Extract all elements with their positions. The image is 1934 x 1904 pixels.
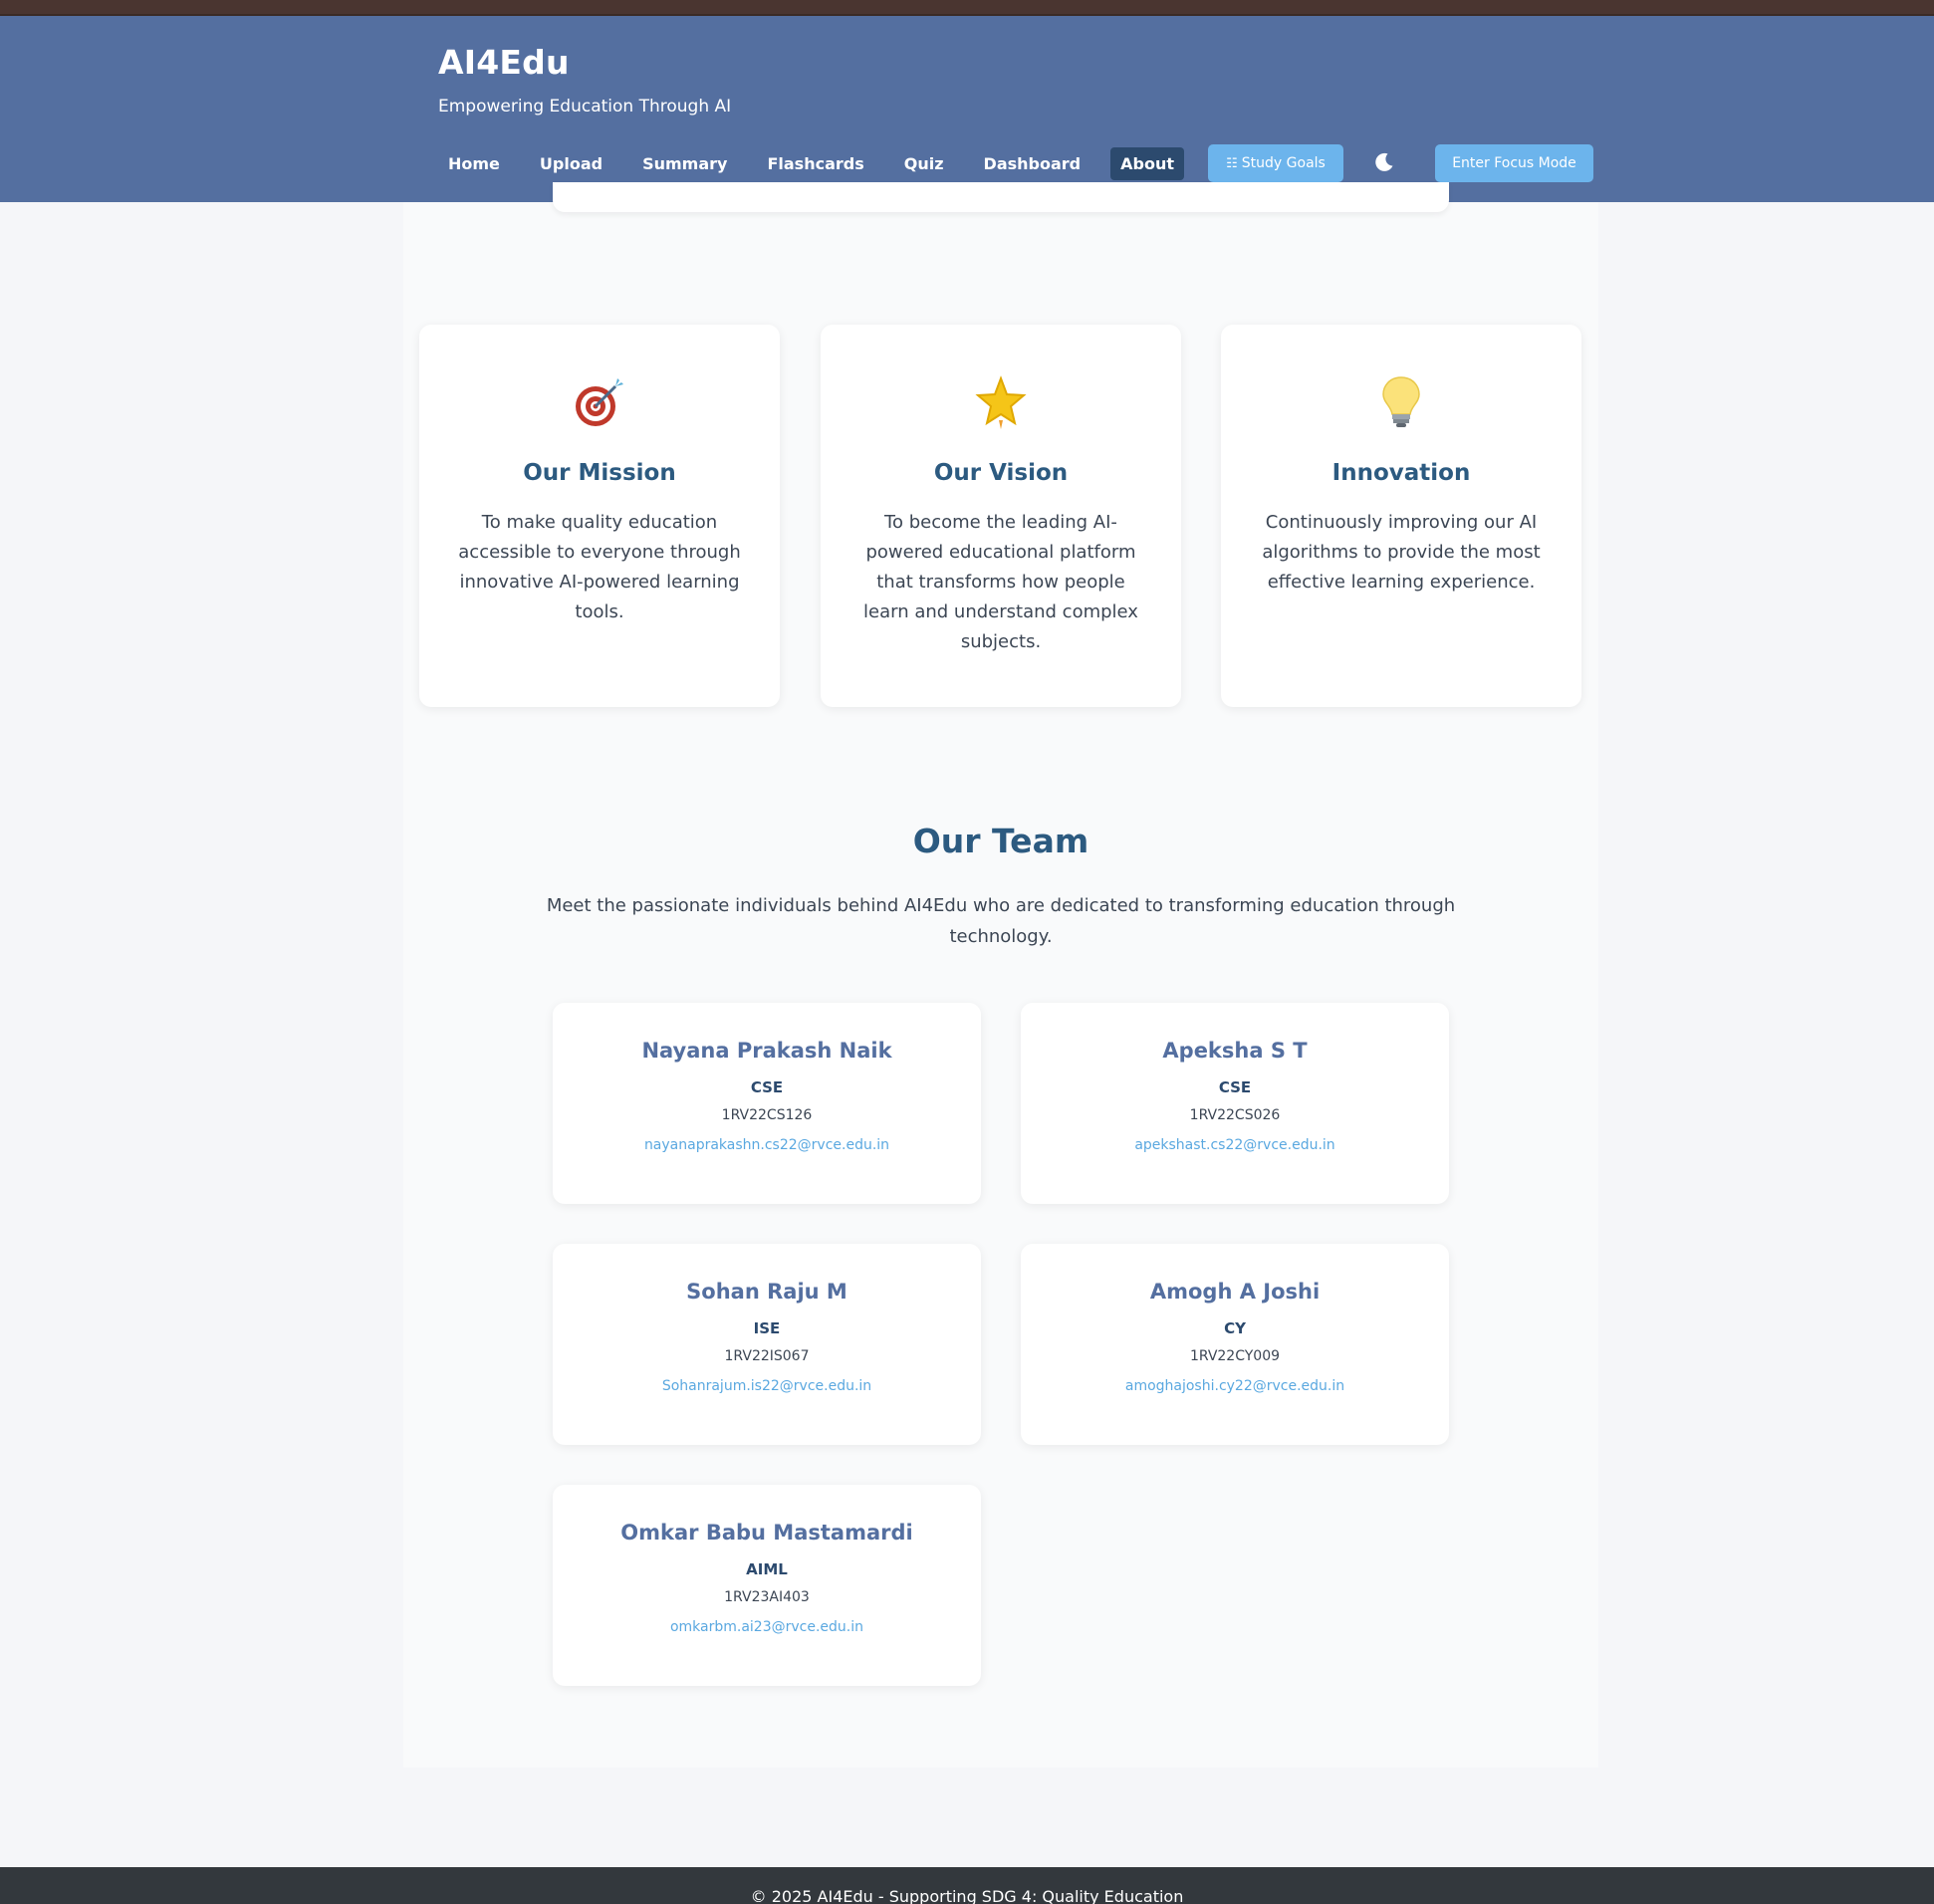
vision-card: Our Vision To become the leading AI-powe…	[821, 325, 1181, 707]
member-usn: 1RV22CY009	[1189, 1348, 1281, 1364]
innovation-text: Continuously improving our AI algorithms…	[1262, 512, 1541, 593]
member-email-link[interactable]: amoghajoshi.cy22@rvce.edu.in	[1021, 1378, 1449, 1394]
study-goals-button[interactable]: ☷ Study Goals	[1208, 144, 1343, 182]
innovation-title: Innovation	[1331, 460, 1471, 486]
team-title: Our Team	[912, 822, 1089, 860]
star-icon	[821, 374, 1181, 430]
member-dept: CSE	[750, 1078, 784, 1096]
member-email-link[interactable]: nayanaprakashn.cs22@rvce.edu.in	[553, 1137, 981, 1153]
member-usn: 1RV22IS067	[724, 1348, 810, 1364]
team-member-card: Amogh A Joshi CY 1RV22CY009 amoghajoshi.…	[1021, 1244, 1449, 1445]
about-content: Our Mission To make quality education ac…	[403, 182, 1598, 1768]
team-member-card: Omkar Babu Mastamardi AIML 1RV23AI403 om…	[553, 1485, 981, 1686]
nav-about-link[interactable]: About	[1110, 146, 1184, 180]
member-dept: ISE	[753, 1319, 781, 1337]
target-icon	[419, 374, 780, 430]
team-member-card: Apeksha S T CSE 1RV22CS026 apekshast.cs2…	[1021, 1003, 1449, 1204]
site-header: AI4Edu Empowering Education Through AI H…	[0, 16, 1934, 202]
mission-title: Our Mission	[523, 460, 676, 486]
nav-home-link[interactable]: Home	[438, 147, 510, 180]
innovation-card: Innovation Continuously improving our AI…	[1221, 325, 1581, 707]
member-name: Apeksha S T	[1162, 1039, 1308, 1063]
member-usn: 1RV22CS126	[721, 1107, 813, 1123]
member-dept: AIML	[746, 1560, 788, 1578]
brand-title[interactable]: AI4Edu	[438, 43, 570, 82]
footer-text: © 2025 AI4Edu - Supporting SDG 4: Qualit…	[750, 1887, 1184, 1904]
nav-flashcards-link[interactable]: Flashcards	[757, 147, 873, 180]
brand-tagline: Empowering Education Through AI	[438, 97, 732, 117]
focus-mode-button[interactable]: Enter Focus Mode	[1435, 144, 1593, 182]
team-description: Meet the passionate individuals behind A…	[546, 895, 1456, 947]
member-email-link[interactable]: Sohanrajum.is22@rvce.edu.in	[553, 1378, 981, 1394]
nav-summary-link[interactable]: Summary	[632, 147, 737, 180]
member-dept: CY	[1224, 1319, 1246, 1337]
member-name: Omkar Babu Mastamardi	[620, 1521, 913, 1545]
vision-text: To become the leading AI-powered educati…	[863, 512, 1138, 652]
vision-title: Our Vision	[933, 460, 1069, 486]
previous-card-edge	[553, 182, 1449, 212]
member-name: Amogh A Joshi	[1149, 1280, 1321, 1304]
dark-mode-toggle-moon-icon[interactable]	[1372, 150, 1396, 174]
member-name: Nayana Prakash Naik	[641, 1039, 892, 1063]
member-dept: CSE	[1218, 1078, 1252, 1096]
site-footer: © 2025 AI4Edu - Supporting SDG 4: Qualit…	[0, 1867, 1934, 1904]
team-member-card: Nayana Prakash Naik CSE 1RV22CS126 nayan…	[553, 1003, 981, 1204]
member-email-link[interactable]: apekshast.cs22@rvce.edu.in	[1021, 1137, 1449, 1153]
study-goals-label: Study Goals	[1241, 155, 1326, 171]
checklist-icon: ☷	[1226, 155, 1238, 171]
nav-upload-link[interactable]: Upload	[530, 147, 612, 180]
member-name: Sohan Raju M	[686, 1280, 847, 1304]
nav-dashboard-link[interactable]: Dashboard	[974, 147, 1091, 180]
member-usn: 1RV23AI403	[724, 1589, 810, 1605]
mission-card: Our Mission To make quality education ac…	[419, 325, 780, 707]
team-member-card: Sohan Raju M ISE 1RV22IS067 Sohanrajum.i…	[553, 1244, 981, 1445]
member-usn: 1RV22CS026	[1189, 1107, 1281, 1123]
mission-text: To make quality education accessible to …	[458, 512, 741, 622]
main-nav: Home Upload Summary Flashcards Quiz Dash…	[438, 146, 1204, 180]
browser-top-strip	[0, 0, 1934, 16]
nav-quiz-link[interactable]: Quiz	[894, 147, 954, 180]
lightbulb-icon	[1221, 374, 1581, 430]
member-email-link[interactable]: omkarbm.ai23@rvce.edu.in	[553, 1619, 981, 1635]
